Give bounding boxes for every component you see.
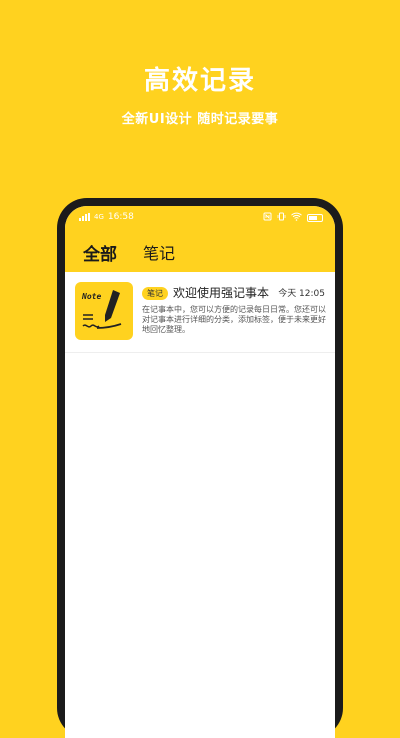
- note-time: 今天 12:05: [278, 289, 325, 299]
- note-pencil-icon: Note: [81, 290, 122, 329]
- wifi-icon: [291, 212, 302, 224]
- category-badge: 笔记: [142, 287, 168, 300]
- note-thumbnail: Note: [75, 282, 133, 340]
- list-item[interactable]: Note 笔记 欢迎使用强记事本 今天 12:05 在记事本中，您可以方便的记录…: [65, 272, 335, 353]
- promo-subtitle: 全新UI设计 随时记录要事: [121, 112, 279, 127]
- status-bar: 4G 16:58: [65, 206, 335, 228]
- battery-icon: [307, 214, 323, 222]
- tab-bar: 全部 笔记: [65, 228, 335, 272]
- thumbnail-label: Note: [81, 292, 101, 301]
- tab-all[interactable]: 全部: [83, 240, 117, 265]
- app-screen: 4G 16:58 全部 笔记 Note 笔记 欢迎使用强记事本 今天 12:05…: [65, 206, 335, 738]
- promo-title: 高效记录: [143, 66, 256, 96]
- note-preview: 在记事本中，您可以方便的记录每日日常。您还可以对记事本进行详细的分类，添加标签，…: [142, 305, 326, 334]
- phone-mockup: 4G 16:58 全部 笔记 Note 笔记 欢迎使用强记事本 今天 12:05…: [57, 198, 343, 738]
- status-time: 16:58: [107, 212, 134, 222]
- tab-notes[interactable]: 笔记: [143, 240, 175, 264]
- note-title: 欢迎使用强记事本: [173, 286, 270, 300]
- signal-icon: [79, 213, 90, 221]
- vibrate-icon: [277, 212, 286, 224]
- network-type: 4G: [94, 213, 104, 221]
- nfc-icon: [263, 212, 272, 224]
